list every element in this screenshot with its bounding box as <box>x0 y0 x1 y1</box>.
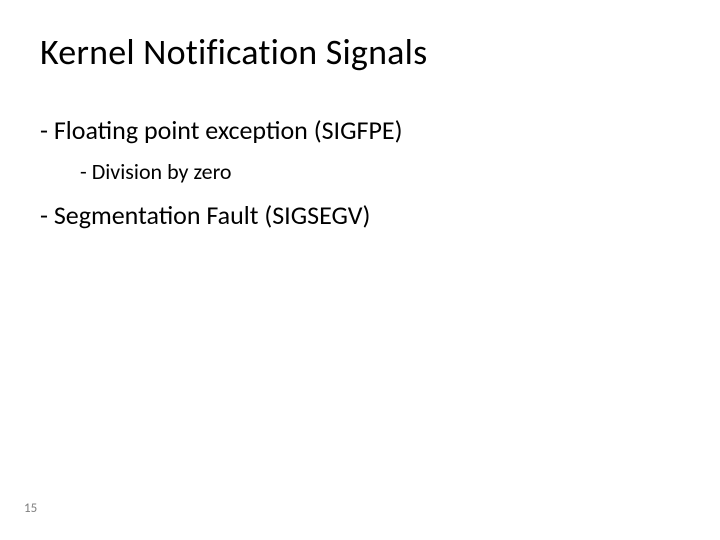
page-number: 15 <box>24 501 37 516</box>
bullet-level-2: Division by zero <box>80 158 680 185</box>
slide-title: Kernel Notification Signals <box>40 30 680 74</box>
bullet-level-1: Floating point exception (SIGFPE) <box>40 114 680 146</box>
slide: Kernel Notification Signals Floating poi… <box>0 0 720 540</box>
bullet-list: Floating point exception (SIGFPE) Divisi… <box>40 114 680 231</box>
bullet-text: Segmentation Fault (SIGSEGV) <box>54 199 371 231</box>
bullet-text: Division by zero <box>92 158 232 185</box>
bullet-level-1: Segmentation Fault (SIGSEGV) <box>40 199 680 231</box>
bullet-text: Floating point exception (SIGFPE) <box>54 114 403 146</box>
